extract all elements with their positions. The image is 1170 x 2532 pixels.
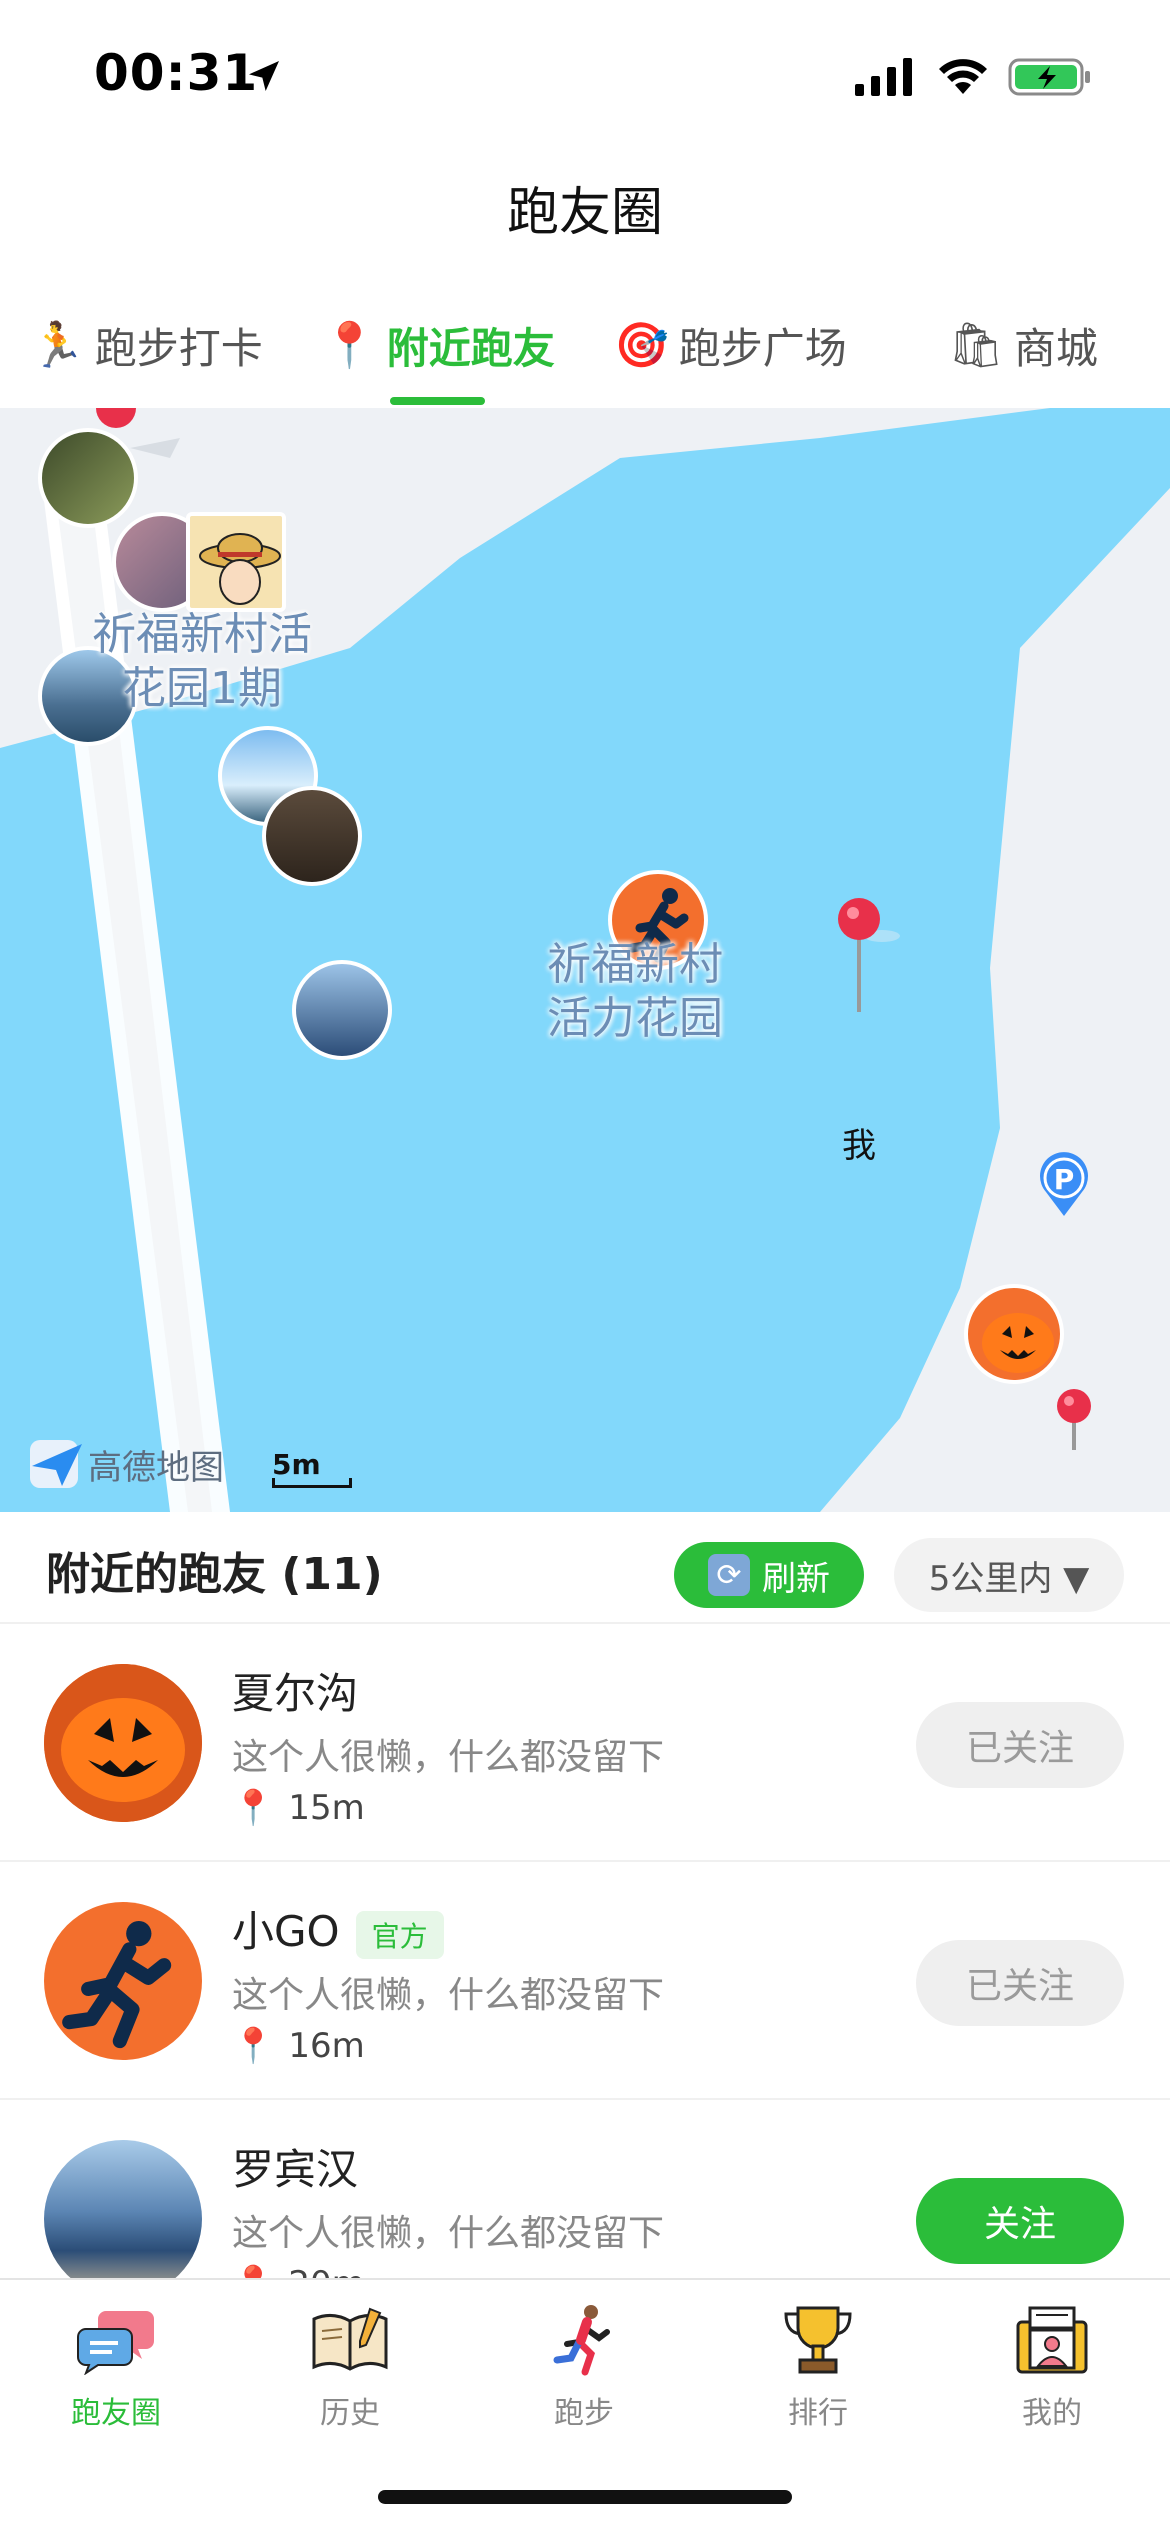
- nearby-header: 附近的跑友 (11) ⟳ 刷新 5公里内 ▼: [0, 1512, 1170, 1622]
- map-scale-bar: [272, 1478, 352, 1488]
- runner-icon: 🏃: [30, 320, 85, 371]
- nav-history[interactable]: 历史: [260, 2300, 440, 2432]
- map-place-label: 祈福新村 活力花园: [530, 938, 740, 1046]
- book-icon: [260, 2300, 440, 2380]
- tab-label: 附近跑友: [386, 323, 555, 373]
- map-user-avatar[interactable]: [186, 512, 286, 612]
- user-distance: 📍 15m: [232, 1788, 365, 1828]
- map-pin-icon: 📍: [232, 1788, 275, 1828]
- status-time: 00:31: [94, 44, 259, 102]
- target-icon: 🎯: [614, 320, 669, 371]
- user-distance: 📍 16m: [232, 2026, 365, 2066]
- strawhat-avatar-icon: [199, 533, 281, 605]
- user-bio: 这个人很懒，什么都没留下: [232, 1737, 665, 1778]
- tab-label: 商城: [1013, 323, 1098, 373]
- map-user-avatar[interactable]: [964, 1284, 1064, 1384]
- map-user-avatar[interactable]: [292, 960, 392, 1060]
- home-indicator: [378, 2490, 792, 2504]
- tab-checkin[interactable]: 🏃 跑步打卡: [30, 300, 263, 390]
- svg-text:P: P: [1054, 1163, 1075, 1196]
- nav-label: 跑友圈: [71, 2396, 161, 2431]
- map-pin-icon[interactable]: [836, 896, 906, 1016]
- map-provider-text: 高德地图: [88, 1447, 224, 1488]
- user-name-text: 小GO: [232, 1907, 340, 1956]
- status-bar: 00:31: [0, 0, 1170, 150]
- map-place-label: 祈福新村活 花园1期: [82, 608, 322, 716]
- refresh-icon: ⟳: [708, 1554, 750, 1596]
- range-dropdown[interactable]: 5公里内 ▼: [894, 1538, 1124, 1612]
- map-scale-label: 5m: [272, 1448, 321, 1481]
- avatar: [44, 1664, 202, 1822]
- follow-button[interactable]: 已关注: [916, 1940, 1124, 2026]
- top-tabs: 🏃 跑步打卡 📍 附近跑友 🎯 跑步广场 🛍 商城: [0, 300, 1170, 410]
- runner-icon: [62, 1920, 172, 2049]
- distance-value: 15m: [288, 1788, 365, 1828]
- my-location-label: 我: [842, 1126, 876, 1166]
- pumpkin-avatar-icon: [44, 1664, 202, 1822]
- map-place-label-line: 祈福新村: [547, 939, 723, 990]
- page-title: 跑友圈: [506, 183, 663, 243]
- user-name: 小GO 官方: [232, 1898, 444, 1959]
- runner-icon: [494, 2300, 674, 2380]
- user-bio: 这个人很懒，什么都没留下: [232, 2213, 665, 2254]
- tab-square[interactable]: 🎯 跑步广场: [614, 300, 847, 390]
- map-user-avatar[interactable]: [38, 428, 138, 528]
- map-place-label-line: 祈福新村活: [92, 609, 312, 660]
- official-badge: 官方: [355, 1910, 444, 1959]
- trophy-icon: [728, 2300, 908, 2380]
- nav-label: 跑步: [554, 2396, 614, 2431]
- user-name: 夏尔沟: [232, 1669, 359, 1718]
- distance-value: 16m: [288, 2026, 365, 2066]
- map-pin-icon[interactable]: [94, 408, 138, 438]
- tab-label: 跑步打卡: [94, 323, 263, 373]
- parking-icon: P: [1040, 1152, 1088, 1216]
- refresh-button[interactable]: ⟳ 刷新: [674, 1542, 864, 1608]
- avatar: [44, 1902, 202, 2060]
- battery-charging-icon: [1008, 58, 1090, 96]
- map-place-label-line: 花园1期: [122, 663, 282, 714]
- user-bio: 这个人很懒，什么都没留下: [232, 1975, 665, 2016]
- nav-mine[interactable]: 我的: [962, 2300, 1142, 2432]
- nav-run[interactable]: 跑步: [494, 2300, 674, 2432]
- map-pin-icon: 📍: [232, 2026, 275, 2066]
- list-item[interactable]: 小GO 官方 这个人很懒，什么都没留下 📍 16m 已关注: [0, 1860, 1170, 2098]
- cellular-signal-icon: [855, 58, 912, 96]
- nearby-map[interactable]: P 祈福新村活 花园1期 祈福新村 活力花园 我 高德地图 5m: [0, 408, 1170, 1512]
- refresh-label: 刷新: [762, 1558, 830, 1599]
- shopping-bag-icon: 🛍: [948, 320, 1004, 371]
- map-pin-icon[interactable]: [1054, 1388, 1094, 1454]
- nav-label: 我的: [1022, 2396, 1082, 2431]
- chat-bubbles-icon: [26, 2300, 206, 2380]
- location-arrow-icon: [249, 61, 279, 91]
- tab-label: 跑步广场: [678, 323, 847, 373]
- map-provider-logo: 高德地图: [28, 1438, 224, 1490]
- map-pin-icon: 📍: [322, 320, 377, 371]
- nav-ranking[interactable]: 排行: [728, 2300, 908, 2432]
- amap-logo-icon: [30, 1440, 82, 1488]
- tab-shop[interactable]: 🛍 商城: [948, 300, 1098, 390]
- tab-nearby[interactable]: 📍 附近跑友: [322, 300, 555, 390]
- avatar: [44, 2140, 202, 2298]
- active-tab-indicator: [390, 397, 485, 405]
- user-name: 罗宾汉: [232, 2145, 359, 2194]
- follow-button[interactable]: 关注: [916, 2178, 1124, 2264]
- map-place-label-line: 活力花园: [547, 993, 723, 1044]
- nav-runner-circle[interactable]: 跑友圈: [26, 2300, 206, 2432]
- wifi-icon: [939, 59, 987, 94]
- nearby-title: 附近的跑友 (11): [46, 1549, 383, 1600]
- nav-label: 排行: [788, 2396, 848, 2431]
- list-item[interactable]: 夏尔沟 这个人很懒，什么都没留下 📍 15m 已关注: [0, 1622, 1170, 1860]
- map-user-avatar[interactable]: [262, 786, 362, 886]
- follow-button[interactable]: 已关注: [916, 1702, 1124, 1788]
- profile-icon: [962, 2300, 1142, 2380]
- nearby-user-list: 夏尔沟 这个人很懒，什么都没留下 📍 15m 已关注 小GO 官方 这个人很懒，什么…: [0, 1622, 1170, 2336]
- nav-label: 历史: [320, 2396, 380, 2431]
